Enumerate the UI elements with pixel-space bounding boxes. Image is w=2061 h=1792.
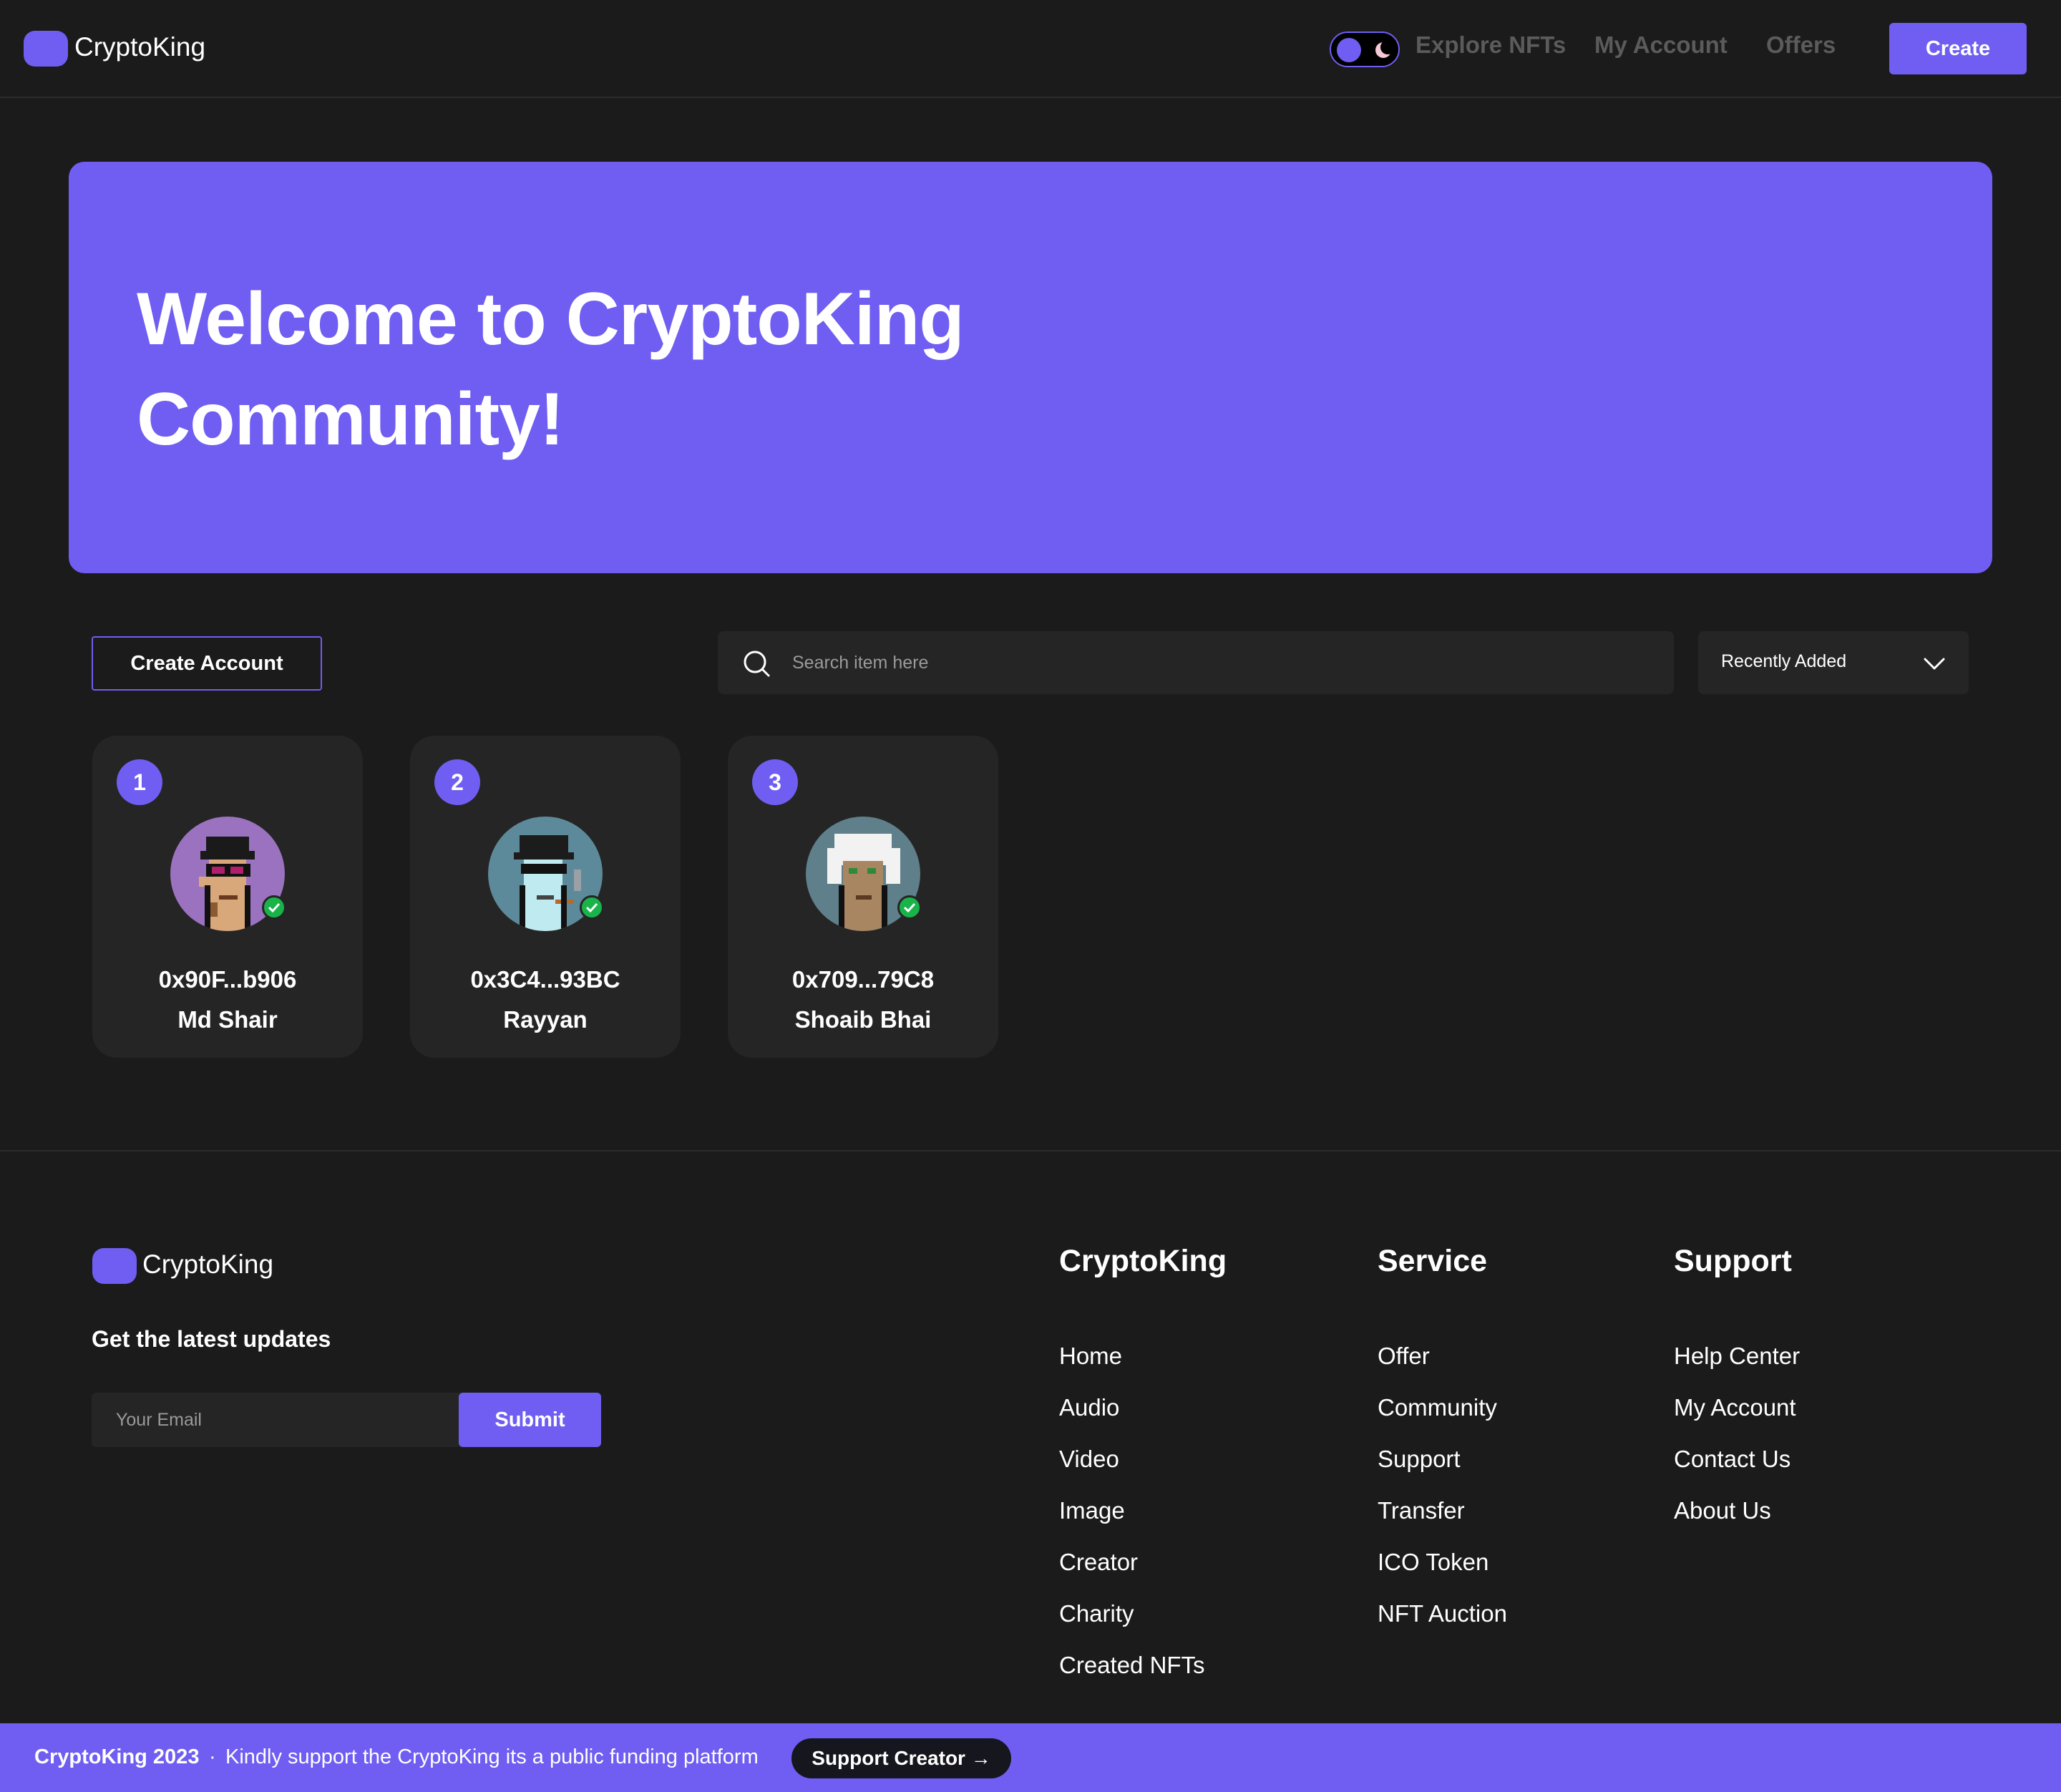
creator-name: Md Shair [177,1006,278,1033]
theme-toggle[interactable] [1330,31,1400,67]
sort-selected-label: Recently Added [1721,651,1847,671]
rank-badge: 3 [752,759,798,805]
hero-title: Welcome to CryptoKing Community! [137,278,965,461]
top-navbar: CryptoKing Explore NFTs My Account Offer… [0,0,2061,98]
footer-link-creator[interactable]: Creator [1059,1549,1138,1576]
footer-column-title: Service [1378,1244,1488,1278]
footer-link-image[interactable]: Image [1059,1497,1125,1524]
nav-link-explore-nfts[interactable]: Explore NFTs [1416,31,1566,59]
footer-link-my-account[interactable]: My Account [1674,1394,1796,1421]
rank-badge: 2 [434,759,480,805]
footer-link-ico-token[interactable]: ICO Token [1378,1549,1488,1576]
footer-link-home[interactable]: Home [1059,1343,1122,1370]
creator-address: 0x709...79C8 [791,966,935,993]
creator-card[interactable]: 1 0x90F...b906 Md Shair [92,736,363,1058]
creator-address: 0x3C4...93BC [470,966,620,993]
footer-column-title: Support [1674,1244,1792,1278]
moon-icon [1375,40,1395,58]
create-account-button[interactable]: Create Account [92,636,322,691]
footer-brand-name[interactable]: CryptoKing [142,1250,273,1280]
footer-link-transfer[interactable]: Transfer [1378,1497,1465,1524]
footer-column-title: CryptoKing [1059,1244,1227,1278]
search-icon [744,651,770,677]
footer-link-nft-auction[interactable]: NFT Auction [1378,1600,1507,1627]
rank-badge: 1 [117,759,162,805]
creator-card[interactable]: 3 0x709...79C8 Shoaib Bhai [728,736,998,1058]
footer-divider [0,1150,2061,1151]
creator-card[interactable]: 2 0x3C4...93BC Rayyan [410,736,681,1058]
footer-link-charity[interactable]: Charity [1059,1600,1134,1627]
newsletter-form: Submit [92,1393,601,1447]
creator-name: Rayyan [503,1006,588,1033]
tagline-text: Kindly support the CryptoKing its a publ… [225,1745,759,1768]
chevron-down-icon [1924,658,1945,670]
support-creator-button[interactable]: Support Creator → [791,1738,1011,1778]
footer-link-offer[interactable]: Offer [1378,1343,1430,1370]
footer-link-help-center[interactable]: Help Center [1674,1343,1800,1370]
footer-link-about-us[interactable]: About Us [1674,1497,1771,1524]
footer-link-audio[interactable]: Audio [1059,1394,1119,1421]
search-bar [718,631,1674,694]
creator-name: Shoaib Bhai [794,1006,932,1033]
nav-link-my-account[interactable]: My Account [1594,31,1728,59]
footer-link-created-nfts[interactable]: Created NFTs [1059,1652,1205,1679]
footer-logo-icon[interactable] [92,1248,137,1284]
bottom-bar: CryptoKing 2023 · Kindly support the Cry… [0,1723,2061,1792]
submit-button[interactable]: Submit [459,1393,601,1447]
email-field[interactable] [114,1393,444,1447]
footer-link-community[interactable]: Community [1378,1394,1497,1421]
footer-link-contact-us[interactable]: Contact Us [1674,1446,1790,1473]
creator-address: 0x90F...b906 [158,966,297,993]
logo-icon[interactable] [24,31,68,67]
toggle-knob [1337,38,1361,62]
search-input[interactable] [791,631,1650,694]
brand-name[interactable]: CryptoKing [74,32,205,62]
footer-link-support[interactable]: Support [1378,1446,1461,1473]
footer-link-video[interactable]: Video [1059,1446,1119,1473]
verified-badge-icon [897,895,922,920]
copyright-text: CryptoKing 2023 [34,1745,200,1768]
create-button[interactable]: Create [1889,23,2027,74]
separator-dot: · [209,1745,216,1768]
verified-badge-icon [580,895,604,920]
hero-banner: Welcome to CryptoKing Community! [69,162,1992,573]
nav-link-offers[interactable]: Offers [1766,31,1836,59]
sort-dropdown[interactable]: Recently Added [1698,631,1969,694]
newsletter-heading: Get the latest updates [92,1326,331,1352]
verified-badge-icon [262,895,286,920]
